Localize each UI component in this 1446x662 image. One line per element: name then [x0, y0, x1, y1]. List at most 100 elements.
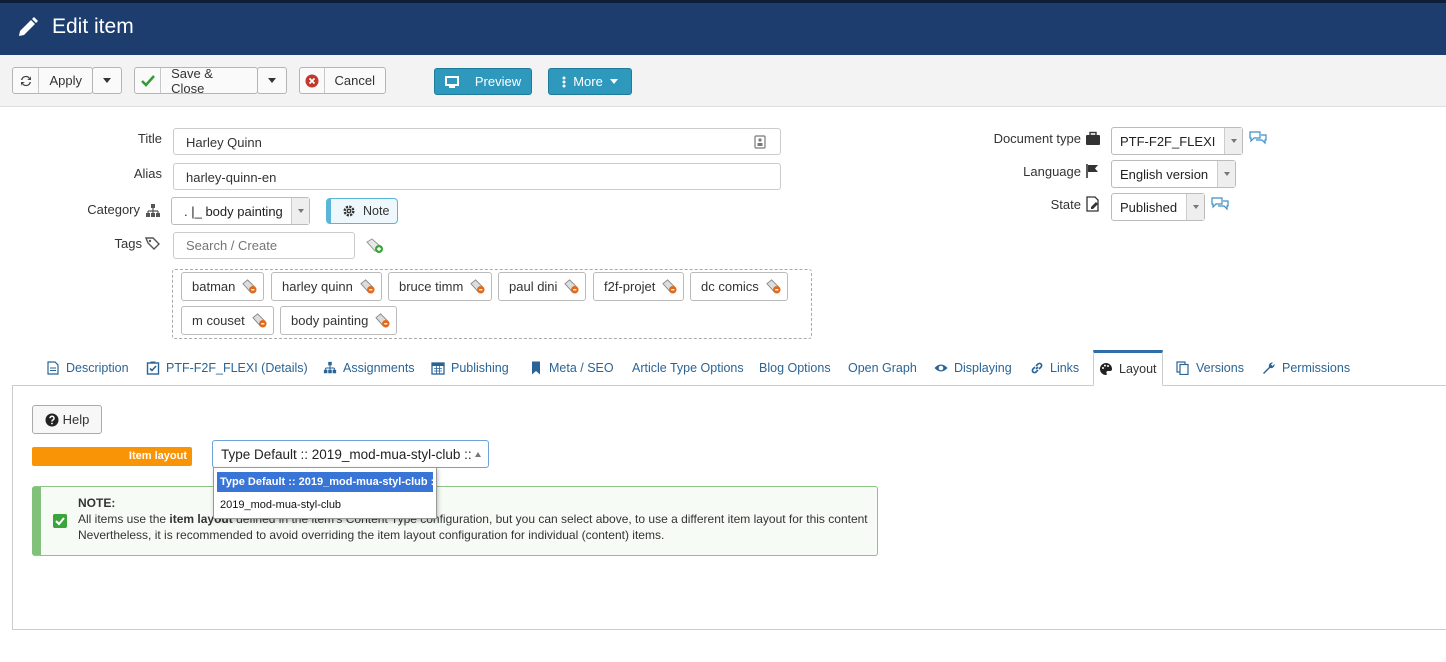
note-button[interactable]: Note [326, 198, 398, 224]
tab-permissions[interactable]: Permissions [1262, 359, 1350, 377]
note-title: NOTE: [78, 496, 116, 510]
app-header [0, 0, 1446, 55]
item-layout-label: Item layout [32, 447, 192, 466]
sitemap-icon [146, 204, 160, 217]
monitor-icon [444, 75, 459, 88]
tag-item[interactable]: body painting [280, 306, 398, 335]
check-icon [135, 68, 162, 93]
tag-label: f2f-projet [604, 279, 656, 294]
apply-dropdown-button[interactable] [92, 67, 122, 94]
layout-option[interactable]: 2019_mod-mua-styl-club [217, 495, 433, 515]
document-type-select[interactable]: PTF-F2F_FLEXI [1111, 127, 1243, 155]
tag-item[interactable]: batman [181, 272, 265, 301]
cancel-icon [300, 68, 325, 93]
item-layout-select[interactable]: Type Default :: 2019_mod-mua-styl-club :… [212, 440, 489, 468]
tag-label: bruce timm [399, 279, 464, 294]
tag-label: paul dini [509, 279, 558, 294]
layout-option[interactable]: Type Default :: 2019_mod-mua-styl-club :… [217, 472, 433, 492]
document-type-value: PTF-F2F_FLEXI [1120, 133, 1216, 149]
copy-icon [1176, 361, 1189, 375]
remove-tag-icon[interactable] [252, 313, 267, 328]
tab-assignments[interactable]: Assignments [323, 359, 415, 377]
refresh-icon [13, 68, 40, 93]
save-close-button[interactable]: Save & Close [134, 66, 258, 96]
tag-item[interactable]: bruce timm [388, 272, 493, 301]
remove-tag-icon[interactable] [564, 279, 579, 294]
contact-card-icon[interactable] [754, 135, 766, 149]
flag-icon [1086, 164, 1098, 178]
chevron-down-icon [291, 198, 309, 224]
palette-icon [1100, 363, 1112, 375]
tab-blog-options[interactable]: Blog Options [759, 359, 831, 377]
tab-label: Open Graph [848, 361, 917, 375]
title-input[interactable]: Harley Quinn [173, 128, 781, 155]
bookmark-icon [532, 361, 540, 375]
tab-layout[interactable]: Layout [1093, 350, 1163, 386]
link-icon [1031, 362, 1043, 374]
note-text-line1: All items use the item layout defined in… [78, 512, 868, 526]
tag-item[interactable]: f2f-projet [593, 272, 685, 301]
tag-item[interactable]: harley quinn [271, 272, 382, 301]
help-button[interactable]: Help [32, 405, 102, 434]
remove-tag-icon[interactable] [662, 279, 677, 294]
tag-item[interactable]: m couset [181, 306, 274, 335]
tag-icon [145, 237, 160, 250]
more-button[interactable]: More [548, 68, 632, 95]
state-value: Published [1120, 199, 1178, 215]
tab-links[interactable]: Links [1030, 359, 1079, 377]
remove-tag-icon[interactable] [375, 313, 390, 328]
document-type-label: Document type [993, 131, 1081, 146]
gear-icon [343, 205, 355, 217]
caret-down-icon [103, 78, 111, 83]
tags-search-input[interactable] [173, 232, 355, 259]
tag-label: batman [192, 279, 236, 294]
note-text: All items use the [78, 512, 170, 526]
tab-label: Links [1050, 361, 1080, 375]
category-select[interactable]: . |_ body painting [171, 197, 310, 225]
comments-icon[interactable] [1249, 131, 1267, 145]
remove-tag-icon[interactable] [360, 279, 375, 294]
comments-icon[interactable] [1211, 197, 1229, 211]
document-icon [47, 361, 59, 375]
tab-label: PTF-F2F_FLEXI (Details) [166, 361, 308, 375]
tab-displaying[interactable]: Displaying [934, 359, 1012, 377]
state-select[interactable]: Published [1111, 193, 1205, 221]
tab-article-type-options[interactable]: Article Type Options [632, 359, 744, 377]
note-button-label: Note [363, 204, 390, 218]
tags-label: Tags [114, 236, 142, 251]
language-select[interactable]: English version [1111, 160, 1236, 188]
check-square-icon [53, 514, 67, 528]
briefcase-icon [1086, 131, 1100, 145]
vertical-dots-icon [562, 76, 566, 87]
remove-tag-icon[interactable] [766, 279, 781, 294]
apply-button[interactable]: Apply [12, 67, 93, 94]
tab-meta-seo[interactable]: Meta / SEO [529, 359, 614, 377]
tag-item[interactable]: paul dini [498, 272, 587, 301]
apply-label: Apply [49, 73, 82, 88]
tab-description[interactable]: Description [46, 359, 129, 377]
language-value: English version [1120, 166, 1209, 182]
pencil-icon [19, 17, 38, 36]
add-tag-icon[interactable] [366, 238, 384, 254]
save-dropdown-button[interactable] [257, 67, 287, 94]
alias-input[interactable]: harley-quinn-en [173, 163, 781, 190]
cancel-button[interactable]: Cancel [299, 67, 386, 94]
tab-label: Article Type Options [632, 361, 744, 375]
tab-label: Blog Options [759, 361, 831, 375]
question-circle-icon [45, 413, 59, 426]
remove-tag-icon[interactable] [242, 279, 257, 294]
remove-tag-icon[interactable] [470, 279, 485, 294]
tab-publishing[interactable]: Publishing [431, 359, 509, 377]
tag-item[interactable]: dc comics [690, 272, 788, 301]
cancel-label: Cancel [334, 73, 375, 88]
state-label: State [1050, 197, 1081, 212]
tab-details[interactable]: PTF-F2F_FLEXI (Details) [146, 359, 308, 377]
chevron-down-icon [1186, 194, 1204, 220]
preview-button[interactable]: Preview [434, 68, 532, 95]
more-label: More [573, 74, 603, 89]
title-label: Title [137, 131, 162, 146]
tab-versions[interactable]: Versions [1176, 359, 1244, 377]
tag-label: harley quinn [282, 279, 353, 294]
preview-label: Preview [474, 74, 522, 89]
tab-open-graph[interactable]: Open Graph [848, 359, 917, 377]
